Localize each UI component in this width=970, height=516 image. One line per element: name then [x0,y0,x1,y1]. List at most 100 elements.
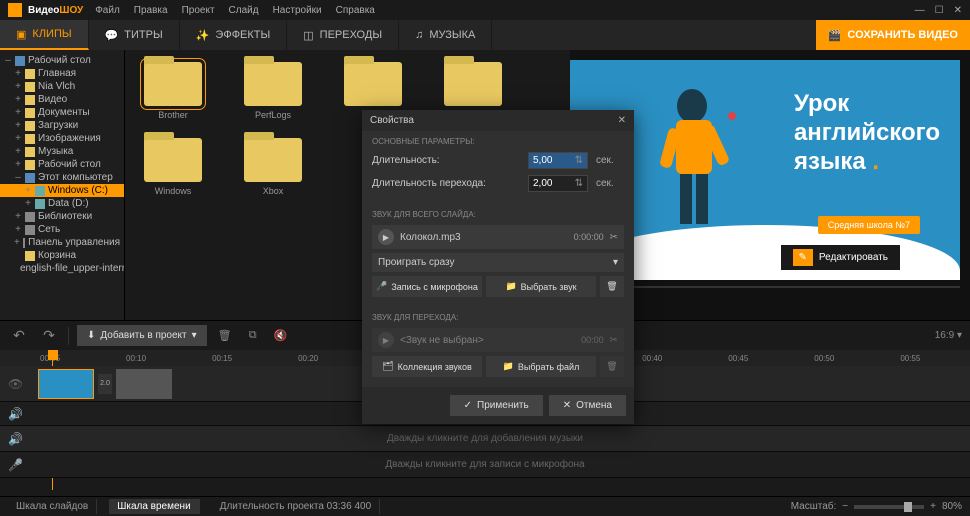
tree-label: Панель управления [28,237,120,248]
apply-button[interactable]: ✓Применить [450,395,543,416]
main-menu: Файл Правка Проект Слайд Настройки Справка [95,5,375,16]
tree-node[interactable]: +Изображения [0,132,124,145]
speaker-icon[interactable]: 🔊 [8,407,30,421]
aspect-ratio[interactable]: 16:9 ▾ [935,330,962,341]
menu-item[interactable]: Файл [95,5,120,16]
close-icon[interactable]: ✕ [954,5,962,16]
play-mode-select[interactable]: Проиграть сразу▾ [372,253,624,272]
sound-collection-button[interactable]: 🗂Коллекция звуков [372,356,482,377]
zoom-out-icon[interactable]: − [842,501,848,512]
minimize-icon[interactable]: — [915,5,925,16]
folder-item[interactable]: PerfLogs [237,62,309,120]
eye-icon[interactable]: 👁 [8,377,30,391]
menu-item[interactable]: Проект [182,5,215,16]
folder-icon [344,62,402,106]
cancel-button[interactable]: ✕Отмена [549,395,626,416]
expand-icon[interactable]: + [14,120,22,131]
tree-label: Рабочий стол [28,55,91,66]
speaker-icon[interactable]: 🔊 [8,432,30,446]
maximize-icon[interactable]: ☐ [935,5,944,16]
delete-icon[interactable]: 🗑 [215,329,235,342]
transition-duration-input[interactable]: 2,00⇅ [528,175,588,192]
mic-track[interactable]: 🎤 Дважды кликните для записи с микрофона [0,452,970,478]
tree-node[interactable]: +Сеть [0,223,124,236]
expand-icon[interactable]: – [4,55,12,66]
tab-slides-scale[interactable]: Шкала слайдов [8,499,97,514]
edit-overlay[interactable]: ✎ Редактировать [781,245,900,270]
play-icon[interactable]: ▶ [378,332,394,348]
select-sound-button[interactable]: 📁Выбрать звук [486,276,596,297]
clip-1[interactable] [38,369,94,399]
expand-icon[interactable]: + [14,237,20,248]
delete-audio-button[interactable]: 🗑 [600,276,624,297]
folder-item[interactable]: Brother [137,62,209,120]
tree-node[interactable]: +Музыка [0,145,124,158]
zoom-in-icon[interactable]: + [930,501,936,512]
expand-icon[interactable]: + [14,94,22,105]
tab-титры[interactable]: 💬ТИТРЫ [89,20,180,50]
expand-icon[interactable]: + [24,198,32,209]
dialog-title-bar[interactable]: Свойства ✕ [362,110,634,131]
record-mic-button[interactable]: 🎤Запись с микрофона [372,276,482,297]
tree-node[interactable]: +Windows (C:) [0,184,124,197]
folder-icon [25,134,35,144]
tab-переходы[interactable]: ◫ПЕРЕХОДЫ [287,20,399,50]
select-file-button[interactable]: 📁Выбрать файл [486,356,596,377]
close-icon[interactable]: ✕ [618,115,626,126]
tree-node[interactable]: +Рабочий стол [0,158,124,171]
expand-icon[interactable]: + [14,224,22,235]
expand-icon[interactable]: + [14,107,22,118]
duration-input[interactable]: 5,00⇅ [528,152,588,169]
expand-icon[interactable]: + [14,133,22,144]
zoom-slider[interactable] [854,505,924,509]
tree-node[interactable]: +Nia Vlch [0,80,124,93]
tree-node[interactable]: –Этот компьютер [0,171,124,184]
menu-item[interactable]: Справка [336,5,375,16]
folder-icon [444,62,502,106]
menu-item[interactable]: Настройки [273,5,322,16]
tree-node[interactable]: +Библиотеки [0,210,124,223]
scissors-icon[interactable]: ✂ [610,232,618,243]
tree-node[interactable]: +Документы [0,106,124,119]
time-tick: 00:15 [212,354,232,363]
scissors-icon[interactable]: ✂ [610,335,618,346]
tree-node[interactable]: +Data (D:) [0,197,124,210]
tab-эффекты[interactable]: ✨ЭФФЕКТЫ [180,20,288,50]
expand-icon[interactable]: + [24,185,32,196]
save-video-button[interactable]: 🎬 СОХРАНИТЬ ВИДЕО [816,20,970,50]
tree-node[interactable]: + Панель управления [0,236,124,249]
tree-node[interactable]: +Видео [0,93,124,106]
tab-time-scale[interactable]: Шкала времени [109,499,199,514]
expand-icon[interactable]: + [14,81,22,92]
menu-item[interactable]: Правка [134,5,168,16]
tree-node[interactable]: Корзина [0,249,124,262]
mic-icon[interactable]: 🎤 [8,458,30,472]
add-to-project-button[interactable]: ⬇ Добавить в проект ▾ [77,325,207,346]
mute-icon[interactable]: 🔇 [271,329,291,342]
audio-item[interactable]: ▶ Колокол.mp3 0:00:00 ✂ [372,225,624,249]
transition-marker[interactable]: 2.0 [98,374,112,394]
clip-2[interactable] [116,369,172,399]
audio-item-empty[interactable]: ▶ <Звук не выбран> 00:00 ✂ [372,328,624,352]
play-icon[interactable]: ▶ [378,229,394,245]
playhead-icon[interactable] [48,350,58,360]
tree-node[interactable]: english-file_upper-intermed [0,262,124,275]
undo-icon[interactable]: ↶ [8,325,30,347]
folder-item[interactable]: Xbox [237,138,309,196]
tree-node[interactable]: – Рабочий стол [0,54,124,67]
expand-icon[interactable]: + [14,211,22,222]
folder-item[interactable]: Windows [137,138,209,196]
tab-музыка[interactable]: ♫МУЗЫКА [399,20,492,50]
expand-icon[interactable]: + [14,159,22,170]
expand-icon[interactable]: – [14,172,22,183]
copy-icon[interactable]: ⧉ [243,329,263,342]
music-track[interactable]: 🔊 Дважды кликните для добавления музыки [0,426,970,452]
menu-item[interactable]: Слайд [229,5,259,16]
tree-node[interactable]: +Загрузки [0,119,124,132]
tab-клипы[interactable]: ▣КЛИПЫ [0,20,89,50]
expand-icon[interactable]: + [14,68,22,79]
redo-icon[interactable]: ↷ [38,325,60,347]
tree-node[interactable]: +Главная [0,67,124,80]
expand-icon[interactable]: + [14,146,22,157]
delete-audio-button[interactable]: 🗑 [600,356,624,377]
